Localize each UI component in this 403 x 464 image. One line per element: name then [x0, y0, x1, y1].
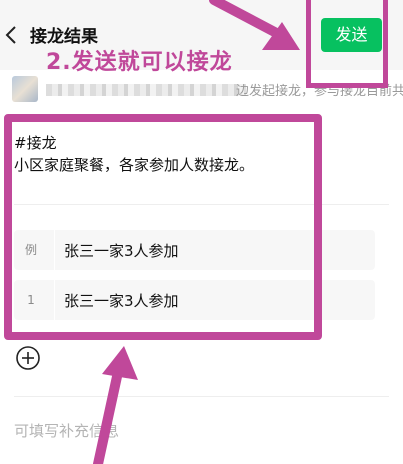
back-button[interactable]	[4, 24, 20, 46]
initiator-info: 边发起接龙，参与接龙目前共0人	[236, 84, 403, 99]
topic-line-1: #接龙	[14, 134, 57, 152]
avatar	[12, 76, 38, 102]
entry-example[interactable]: 例 张三一家3人参加	[14, 230, 375, 270]
add-entry-button[interactable]	[14, 344, 42, 372]
divider	[14, 204, 389, 205]
annotation-step2: 2.发送就可以接龙	[46, 50, 233, 75]
entry-text: 张三一家3人参加	[64, 292, 179, 310]
plus-circle-icon	[16, 346, 40, 370]
supplement-input[interactable]	[10, 418, 398, 444]
entry-badge: 1	[27, 293, 35, 307]
chevron-left-icon	[5, 26, 16, 44]
divider	[54, 280, 55, 320]
send-button[interactable]: 发送	[321, 18, 382, 52]
divider	[14, 396, 389, 397]
entry-text: 张三一家3人参加	[64, 242, 179, 260]
initiator-row: 边发起接龙，参与接龙目前共0人	[0, 70, 403, 111]
entry-badge: 例	[24, 243, 37, 257]
entry-1[interactable]: 1 张三一家3人参加	[14, 280, 375, 320]
topic-text[interactable]: #接龙 小区家庭聚餐，各家参加人数接龙。	[14, 132, 254, 176]
page: 接龙结果 发送 边发起接龙，参与接龙目前共0人 #接龙 小区家庭聚餐，各家参加人…	[0, 0, 403, 464]
topic-line-2: 小区家庭聚餐，各家参加人数接龙。	[14, 156, 255, 174]
blurred-name	[46, 84, 246, 96]
divider	[54, 230, 55, 270]
